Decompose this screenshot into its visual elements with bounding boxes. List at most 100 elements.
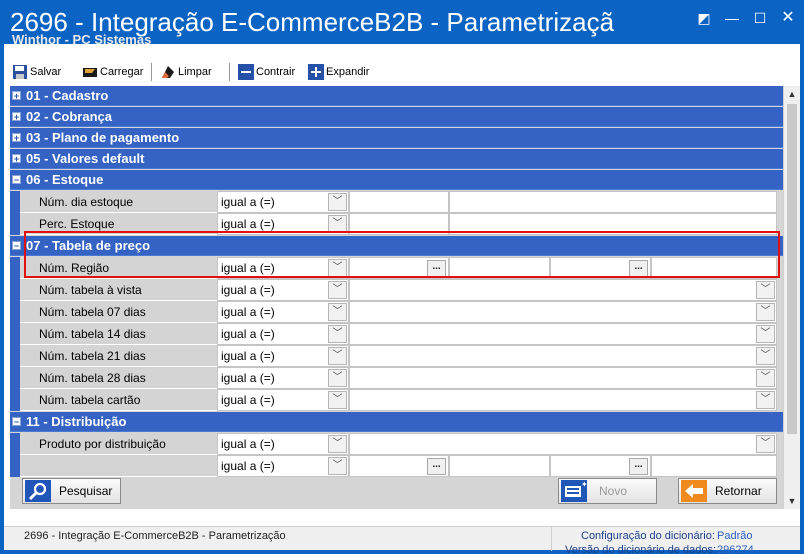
range-from-desc[interactable] <box>449 257 550 279</box>
group-estoque[interactable]: − 06 - Estoque <box>10 170 783 190</box>
operator-select[interactable]: igual a (=) ﹀ <box>217 455 349 477</box>
value-select[interactable]: ﹀ <box>349 323 777 345</box>
operator-select[interactable]: igual a (=) ﹀ <box>217 323 349 345</box>
clear-button[interactable]: Limpar <box>160 62 212 82</box>
new-button[interactable]: ✦ Novo <box>558 478 657 504</box>
search-button[interactable]: Pesquisar <box>22 478 121 504</box>
chevron-down-icon[interactable]: ﹀ <box>756 303 775 321</box>
group-plano-pagamento[interactable]: + 03 - Plano de pagamento <box>10 128 783 148</box>
chevron-down-icon[interactable]: ﹀ <box>328 457 347 475</box>
chevron-down-icon[interactable]: ﹀ <box>328 369 347 387</box>
collapse-button[interactable]: Contrair <box>238 62 295 82</box>
operator-select[interactable]: igual a (=) ﹀ <box>217 213 349 235</box>
scroll-down-icon[interactable]: ▼ <box>784 493 800 509</box>
collapse-toggle-icon[interactable]: − <box>12 241 21 251</box>
group-distribuicao[interactable]: − 11 - Distribuição <box>10 412 783 432</box>
minimize-icon[interactable]: — <box>722 8 742 28</box>
group-tabela-preco[interactable]: − 07 - Tabela de preço <box>10 236 783 256</box>
operator-select[interactable]: igual a (=) ﹀ <box>217 279 349 301</box>
expand-toggle-icon[interactable]: + <box>12 112 21 122</box>
range-from-field[interactable]: ... <box>349 257 449 279</box>
operator-select[interactable]: igual a (=) ﹀ <box>217 301 349 323</box>
lookup-button[interactable]: ... <box>629 458 648 475</box>
range-from-desc[interactable] <box>449 455 550 477</box>
param-row-num-tabela-21: Núm. tabela 21 dias igual a (=) ﹀ ﹀ <box>10 345 783 367</box>
param-row-perc-estoque: Perc. Estoque igual a (=) ﹀ <box>10 213 783 235</box>
close-icon[interactable]: ✕ <box>778 8 798 28</box>
operator-select[interactable]: igual a (=) ﹀ <box>217 191 349 213</box>
row-indent <box>10 301 20 323</box>
chevron-down-icon[interactable]: ﹀ <box>328 259 347 277</box>
toolbar-separator <box>151 63 152 81</box>
row-indent <box>10 367 20 389</box>
chevron-down-icon[interactable]: ﹀ <box>328 435 347 453</box>
chevron-down-icon[interactable]: ﹀ <box>328 391 347 409</box>
value-field[interactable] <box>349 213 449 235</box>
return-button[interactable]: Retornar <box>678 478 777 504</box>
chevron-down-icon[interactable]: ﹀ <box>328 193 347 211</box>
save-button[interactable]: Salvar <box>12 62 61 82</box>
lookup-button[interactable]: ... <box>427 260 446 277</box>
operator-select[interactable]: igual a (=) ﹀ <box>217 433 349 455</box>
group-cobranca[interactable]: + 02 - Cobrança <box>10 107 783 127</box>
chevron-down-icon[interactable]: ﹀ <box>756 325 775 343</box>
chevron-down-icon[interactable]: ﹀ <box>328 215 347 233</box>
title-bar[interactable]: 2696 - Integração E-CommerceB2B - Parame… <box>0 0 804 44</box>
status-bar: 2696 - Integração E-CommerceB2B - Parame… <box>4 526 800 556</box>
value-select[interactable]: ﹀ <box>349 301 777 323</box>
return-arrow-icon <box>681 480 707 502</box>
range-to-desc[interactable] <box>651 257 777 279</box>
param-row-partial: igual a (=) ﹀ ... ... <box>10 455 783 477</box>
chevron-down-icon[interactable]: ﹀ <box>328 347 347 365</box>
range-from-field[interactable]: ... <box>349 455 449 477</box>
param-label <box>20 455 217 477</box>
operator-value: igual a (=) <box>221 217 275 231</box>
group-cadastro[interactable]: + 01 - Cadastro <box>10 86 783 106</box>
clear-label: Limpar <box>178 66 212 78</box>
param-label: Núm. tabela 07 dias <box>20 301 217 323</box>
scroll-up-icon[interactable]: ▲ <box>784 86 800 102</box>
restore-icon[interactable]: ◩ <box>694 8 714 28</box>
operator-select[interactable]: igual a (=) ﹀ <box>217 389 349 411</box>
chevron-down-icon[interactable]: ﹀ <box>328 303 347 321</box>
value-select[interactable]: ﹀ <box>349 367 777 389</box>
scroll-thumb[interactable] <box>787 104 797 434</box>
value-field[interactable] <box>449 213 777 235</box>
value-select[interactable]: ﹀ <box>349 279 777 301</box>
operator-value: igual a (=) <box>221 349 275 363</box>
param-row-num-tabela-14: Núm. tabela 14 dias igual a (=) ﹀ ﹀ <box>10 323 783 345</box>
group-label: 06 - Estoque <box>26 172 104 187</box>
expand-toggle-icon[interactable]: + <box>12 133 21 143</box>
operator-select[interactable]: igual a (=) ﹀ <box>217 367 349 389</box>
value-select[interactable]: ﹀ <box>349 433 777 455</box>
chevron-down-icon[interactable]: ﹀ <box>756 281 775 299</box>
group-valores-default[interactable]: + 05 - Valores default <box>10 149 783 169</box>
maximize-icon[interactable]: ☐ <box>750 8 770 28</box>
range-to-desc[interactable] <box>651 455 777 477</box>
value-select[interactable]: ﹀ <box>349 345 777 367</box>
chevron-down-icon[interactable]: ﹀ <box>328 281 347 299</box>
collapse-toggle-icon[interactable]: − <box>12 175 21 185</box>
operator-select[interactable]: igual a (=) ﹀ <box>217 345 349 367</box>
value-field[interactable] <box>349 191 449 213</box>
chevron-down-icon[interactable]: ﹀ <box>756 435 775 453</box>
expand-button[interactable]: Expandir <box>308 62 369 82</box>
lookup-button[interactable]: ... <box>629 260 648 277</box>
value-field[interactable] <box>449 191 777 213</box>
chevron-down-icon[interactable]: ﹀ <box>756 347 775 365</box>
vertical-scrollbar[interactable]: ▲ ▼ <box>783 86 800 509</box>
range-to-field[interactable]: ... <box>550 455 651 477</box>
load-button[interactable]: Carregar <box>82 62 143 82</box>
lookup-button[interactable]: ... <box>427 458 446 475</box>
chevron-down-icon[interactable]: ﹀ <box>756 369 775 387</box>
value-select[interactable]: ﹀ <box>349 389 777 411</box>
chevron-down-icon[interactable]: ﹀ <box>756 391 775 409</box>
range-to-field[interactable]: ... <box>550 257 651 279</box>
load-label: Carregar <box>100 66 144 78</box>
operator-select[interactable]: igual a (=) ﹀ <box>217 257 349 279</box>
expand-toggle-icon[interactable]: + <box>12 154 21 164</box>
dictionary-config-value: Padrão <box>717 530 753 542</box>
expand-toggle-icon[interactable]: + <box>12 91 21 101</box>
chevron-down-icon[interactable]: ﹀ <box>328 325 347 343</box>
collapse-toggle-icon[interactable]: − <box>12 417 21 427</box>
